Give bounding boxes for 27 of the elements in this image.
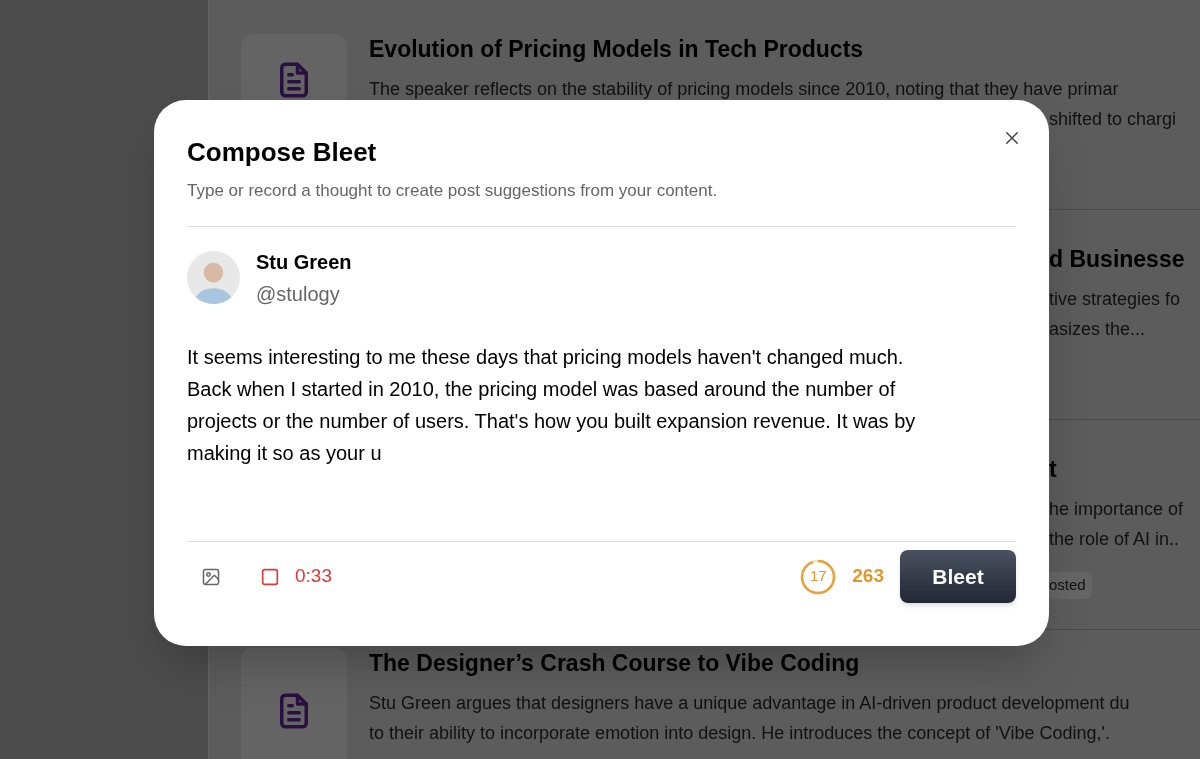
document-icon (280, 62, 308, 98)
dialog-title: Compose Bleet (187, 136, 377, 168)
card-description: tive strategies fo (1049, 288, 1182, 311)
add-image-button[interactable] (201, 566, 221, 587)
remaining-count: 17 (809, 566, 827, 587)
card-title: d Businesse (1049, 245, 1185, 274)
author-name: Stu Green (256, 249, 352, 275)
dialog-subtitle: Type or record a thought to create post suggestions from your content. (187, 180, 719, 202)
card-description: the role of AI in.. (1049, 528, 1181, 551)
card-description: he importance of (1049, 498, 1184, 521)
card-title: Evolution of Pricing Models in Tech Products (369, 35, 865, 64)
author-handle: @stulogy (256, 281, 341, 307)
close-icon (1003, 129, 1021, 147)
card-title: t (1049, 455, 1058, 484)
avatar (187, 251, 240, 304)
card-title: The Designer’s Crash Course to Vibe Coding (369, 649, 861, 678)
card-description: to their ability to incorporate emotion into design. He introduces the concept of 'Vibe Coding,'. (369, 722, 1111, 745)
recording-timer: 0:33 (295, 564, 332, 589)
card-description: asizes the... (1049, 318, 1147, 341)
image-icon (201, 566, 221, 587)
character-count: 263 (852, 564, 884, 589)
card-description: The speaker reflects on the stability of pricing models since 2010, noting that they have primar (369, 78, 1120, 101)
document-icon (280, 693, 308, 729)
post-text[interactable]: It seems interesting to me these days that pricing models haven't changed much. Back when I started in 2010, the pricing model was based around the number of projects or the number of users. That's how you built expansion revenue. It was by making it so as your u (187, 340, 927, 541)
card-description: shifted to chargi (1049, 108, 1177, 131)
bleet-button[interactable]: Bleet (900, 550, 1016, 603)
card-description: Stu Green argues that designers have a unique advantage in AI-driven product development du (369, 692, 1130, 715)
